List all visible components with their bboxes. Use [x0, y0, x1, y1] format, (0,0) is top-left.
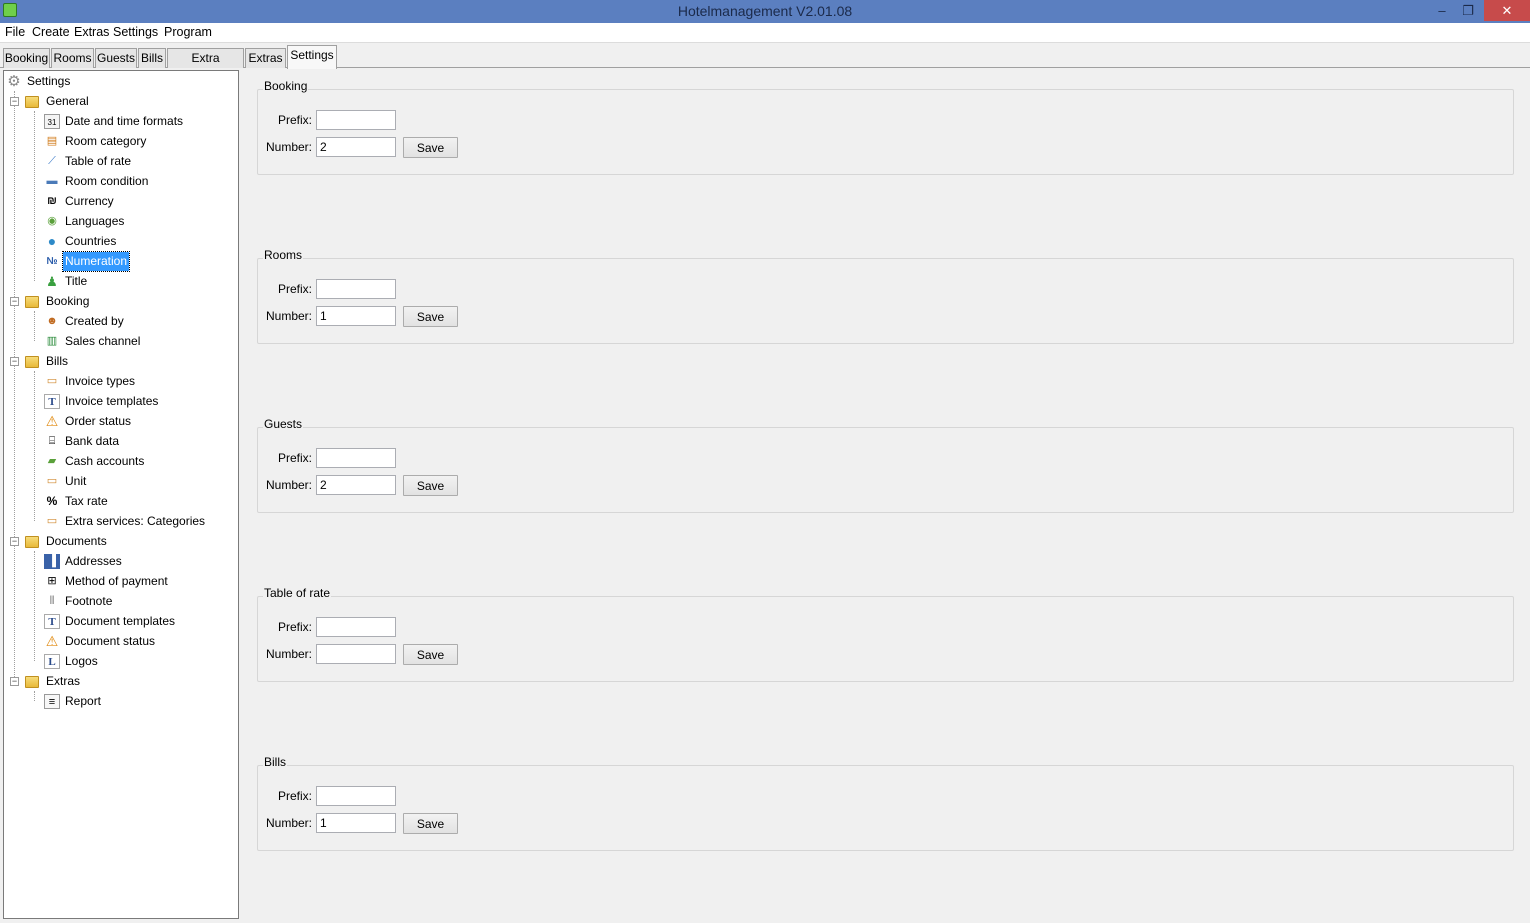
tab-settings[interactable]: Settings: [287, 45, 337, 69]
minimize-button[interactable]: –: [1428, 0, 1456, 21]
calendar-icon: 31: [44, 114, 60, 129]
booking-save-button[interactable]: Save: [403, 137, 458, 158]
collapse-general[interactable]: −: [10, 97, 19, 106]
collapse-bills[interactable]: −: [10, 357, 19, 366]
tab-booking[interactable]: Booking: [3, 48, 50, 68]
payment-icon: ⊞: [47, 575, 57, 587]
close-button[interactable]: ✕: [1484, 0, 1530, 21]
tree-line: [34, 371, 35, 521]
menu-file[interactable]: File: [3, 25, 27, 39]
group-table-of-rate: Table of rate Prefix: Number: Save: [257, 586, 1514, 682]
address-book-icon: ▐: [44, 554, 60, 569]
bed-icon: ▬: [46, 175, 58, 187]
rooms-save-button[interactable]: Save: [403, 306, 458, 327]
table-of-rate-prefix-input[interactable]: [316, 617, 396, 637]
tab-extra-services[interactable]: Extra services: [167, 48, 244, 83]
number-label: Number:: [265, 816, 312, 830]
folder-icon: [25, 676, 39, 688]
group-rooms: Rooms Prefix: Number: Save: [257, 248, 1514, 344]
tab-bills[interactable]: Bills: [138, 48, 166, 68]
gear-icon: ⚙: [7, 73, 21, 90]
collapse-extras[interactable]: −: [10, 677, 19, 686]
menu-extras[interactable]: Extras: [72, 25, 111, 39]
group-title: Bills: [263, 755, 288, 769]
tree-line: [34, 691, 35, 701]
rooms-prefix-input[interactable]: [316, 279, 396, 299]
cash-icon: ▰: [47, 455, 57, 467]
title-bar: Hotelmanagement V2.01.08 – ❐ ✕: [0, 0, 1530, 23]
invoice-icon: ▭: [46, 375, 58, 387]
number-label: Number:: [265, 140, 312, 154]
menu-program[interactable]: Program: [162, 25, 214, 39]
tree-line: [34, 111, 35, 281]
guests-save-button[interactable]: Save: [403, 475, 458, 496]
group-guests: Guests Prefix: Number: Save: [257, 417, 1514, 513]
group-title: Table of rate: [263, 586, 332, 600]
menu-settings[interactable]: Settings: [111, 25, 160, 39]
logo-icon: L: [44, 654, 60, 669]
users-icon: ☻: [46, 315, 58, 327]
tab-guests[interactable]: Guests: [95, 48, 137, 68]
table-of-rate-number-input[interactable]: [316, 644, 396, 664]
group-title: Guests: [263, 417, 304, 431]
tab-extras[interactable]: Extras: [245, 48, 286, 68]
money-icon: ₪: [47, 195, 57, 207]
menu-bar: File Create Extras Settings Program: [0, 23, 1530, 43]
restore-button[interactable]: ❐: [1454, 0, 1482, 21]
bed-icon: ▤: [46, 135, 58, 147]
tree-line: [14, 91, 15, 681]
tree-line: [34, 311, 35, 341]
prefix-label: Prefix:: [277, 451, 312, 465]
guests-prefix-input[interactable]: [316, 448, 396, 468]
folder-icon: [25, 96, 39, 108]
number-label: Number:: [265, 647, 312, 661]
collapse-booking[interactable]: −: [10, 297, 19, 306]
bills-number-input[interactable]: [316, 813, 396, 833]
prefix-label: Prefix:: [277, 789, 312, 803]
speech-globe-icon: ◉: [47, 215, 57, 227]
numeration-panel: Booking Prefix: Number: Save Rooms Prefi…: [240, 70, 1530, 923]
tab-bar: Booking Rooms Guests Bills Extra service…: [0, 44, 1530, 83]
number-label: Number:: [265, 478, 312, 492]
menu-create[interactable]: Create: [30, 25, 72, 39]
guests-number-input[interactable]: [316, 475, 396, 495]
booking-number-input[interactable]: [316, 137, 396, 157]
percent-icon: %: [46, 494, 58, 508]
group-title: Booking: [263, 79, 309, 93]
rooms-number-input[interactable]: [316, 306, 396, 326]
number-label: Number:: [265, 309, 312, 323]
prefix-label: Prefix:: [277, 282, 312, 296]
table-of-rate-save-button[interactable]: Save: [403, 644, 458, 665]
bank-icon: ⌸: [48, 435, 56, 447]
group-bills: Bills Prefix: Number: Save: [257, 755, 1514, 851]
group-booking: Booking Prefix: Number: Save: [257, 79, 1514, 175]
warning-icon: ⚠: [45, 413, 59, 429]
template-icon: T: [44, 614, 60, 629]
numero-icon: №: [46, 256, 58, 267]
warning-icon: ⚠: [45, 633, 59, 649]
window-title: Hotelmanagement V2.01.08: [677, 3, 853, 19]
report-icon: ≡: [44, 694, 60, 709]
prefix-label: Prefix:: [277, 620, 312, 634]
bar-chart-icon: ▥: [46, 335, 58, 347]
tab-rooms[interactable]: Rooms: [51, 48, 94, 68]
folder-icon: [25, 296, 39, 308]
group-title: Rooms: [263, 248, 304, 262]
globe-icon: ●: [47, 233, 57, 249]
bills-prefix-input[interactable]: [316, 786, 396, 806]
unit-icon: ▭: [46, 475, 58, 487]
category-icon: ▭: [46, 515, 58, 527]
tree-line: [34, 551, 35, 661]
booking-prefix-input[interactable]: [316, 110, 396, 130]
chart-icon: ⟋: [48, 155, 56, 167]
folder-icon: [25, 356, 39, 368]
settings-tree[interactable]: ⚙ Settings − General 31 Date and time fo…: [3, 70, 239, 919]
bills-save-button[interactable]: Save: [403, 813, 458, 834]
collapse-documents[interactable]: −: [10, 537, 19, 546]
person-icon: ♟: [46, 274, 58, 289]
folder-icon: [25, 536, 39, 548]
template-icon: T: [44, 394, 60, 409]
columns-icon: ⦀: [49, 595, 55, 607]
prefix-label: Prefix:: [277, 113, 312, 127]
